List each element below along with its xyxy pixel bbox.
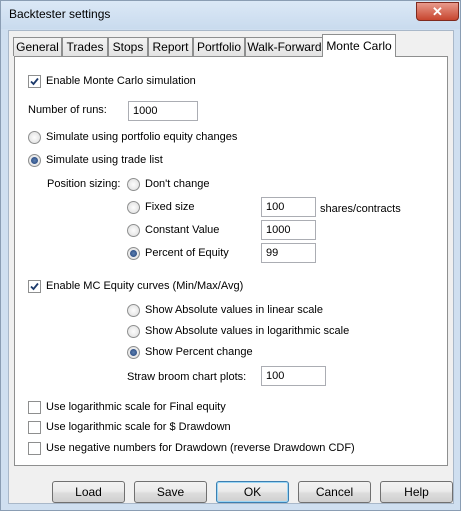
tab-monte-carlo[interactable]: Monte Carlo	[322, 34, 396, 57]
window-title: Backtester settings	[9, 7, 111, 21]
negative-drawdown-checkbox[interactable]	[28, 442, 41, 455]
tab-trades[interactable]: Trades	[62, 37, 108, 56]
ok-button[interactable]: OK	[216, 481, 289, 503]
fixed-size-input[interactable]: 100	[261, 197, 316, 217]
tab-general[interactable]: General	[13, 37, 62, 56]
close-icon: ✕	[432, 4, 443, 19]
tab-report[interactable]: Report	[148, 37, 193, 56]
sizing-percent-equity-radio[interactable]	[127, 247, 140, 260]
sizing-dont-change-label: Don't change	[145, 178, 210, 190]
tab-stops[interactable]: Stops	[108, 37, 148, 56]
enable-mc-curves-checkbox[interactable]	[28, 280, 41, 293]
backtester-settings-window: Backtester settings ✕ General Trades Sto…	[0, 0, 461, 511]
curve-linear-label: Show Absolute values in linear scale	[145, 304, 323, 316]
simulate-trade-list-label: Simulate using trade list	[46, 154, 163, 166]
enable-monte-carlo-label: Enable Monte Carlo simulation	[46, 75, 196, 87]
straw-broom-label: Straw broom chart plots:	[127, 371, 247, 383]
sizing-fixed-size-radio[interactable]	[127, 201, 140, 214]
curve-log-radio[interactable]	[127, 325, 140, 338]
log-final-equity-label: Use logarithmic scale for Final equity	[46, 401, 226, 413]
checkmark-icon	[30, 282, 39, 291]
straw-broom-input[interactable]: 100	[261, 366, 326, 386]
sizing-constant-value-label: Constant Value	[145, 224, 220, 236]
monte-carlo-panel: Enable Monte Carlo simulation Number of …	[14, 56, 448, 466]
simulate-portfolio-label: Simulate using portfolio equity changes	[46, 131, 238, 143]
cancel-button[interactable]: Cancel	[298, 481, 371, 503]
enable-monte-carlo-checkbox[interactable]	[28, 75, 41, 88]
save-button[interactable]: Save	[134, 481, 207, 503]
enable-mc-curves-label: Enable MC Equity curves (Min/Max/Avg)	[46, 280, 244, 292]
sizing-constant-value-radio[interactable]	[127, 224, 140, 237]
checkmark-icon	[30, 77, 39, 86]
percent-equity-input[interactable]: 99	[261, 243, 316, 263]
sizing-fixed-size-label: Fixed size	[145, 201, 195, 213]
curve-linear-radio[interactable]	[127, 304, 140, 317]
log-drawdown-label: Use logarithmic scale for $ Drawdown	[46, 421, 231, 433]
simulate-trade-list-radio[interactable]	[28, 154, 41, 167]
fixed-size-unit-label: shares/contracts	[320, 203, 401, 215]
position-sizing-label: Position sizing:	[47, 178, 121, 190]
load-button[interactable]: Load	[52, 481, 125, 503]
curve-log-label: Show Absolute values in logarithmic scal…	[145, 325, 350, 337]
log-final-equity-checkbox[interactable]	[28, 401, 41, 414]
sizing-dont-change-radio[interactable]	[127, 178, 140, 191]
log-drawdown-checkbox[interactable]	[28, 421, 41, 434]
help-button[interactable]: Help	[380, 481, 453, 503]
negative-drawdown-label: Use negative numbers for Drawdown (rever…	[46, 442, 355, 454]
tab-portfolio[interactable]: Portfolio	[193, 37, 245, 56]
constant-value-input[interactable]: 1000	[261, 220, 316, 240]
sizing-percent-equity-label: Percent of Equity	[145, 247, 229, 259]
simulate-portfolio-radio[interactable]	[28, 131, 41, 144]
title-bar: Backtester settings ✕	[1, 1, 460, 29]
curve-percent-radio[interactable]	[127, 346, 140, 359]
close-button[interactable]: ✕	[416, 2, 459, 21]
number-of-runs-input[interactable]: 1000	[128, 101, 198, 121]
curve-percent-label: Show Percent change	[145, 346, 253, 358]
dialog-client: General Trades Stops Report Portfolio Wa…	[8, 30, 454, 504]
number-of-runs-label: Number of runs:	[28, 104, 107, 116]
tab-walk-forward[interactable]: Walk-Forward	[245, 37, 324, 56]
